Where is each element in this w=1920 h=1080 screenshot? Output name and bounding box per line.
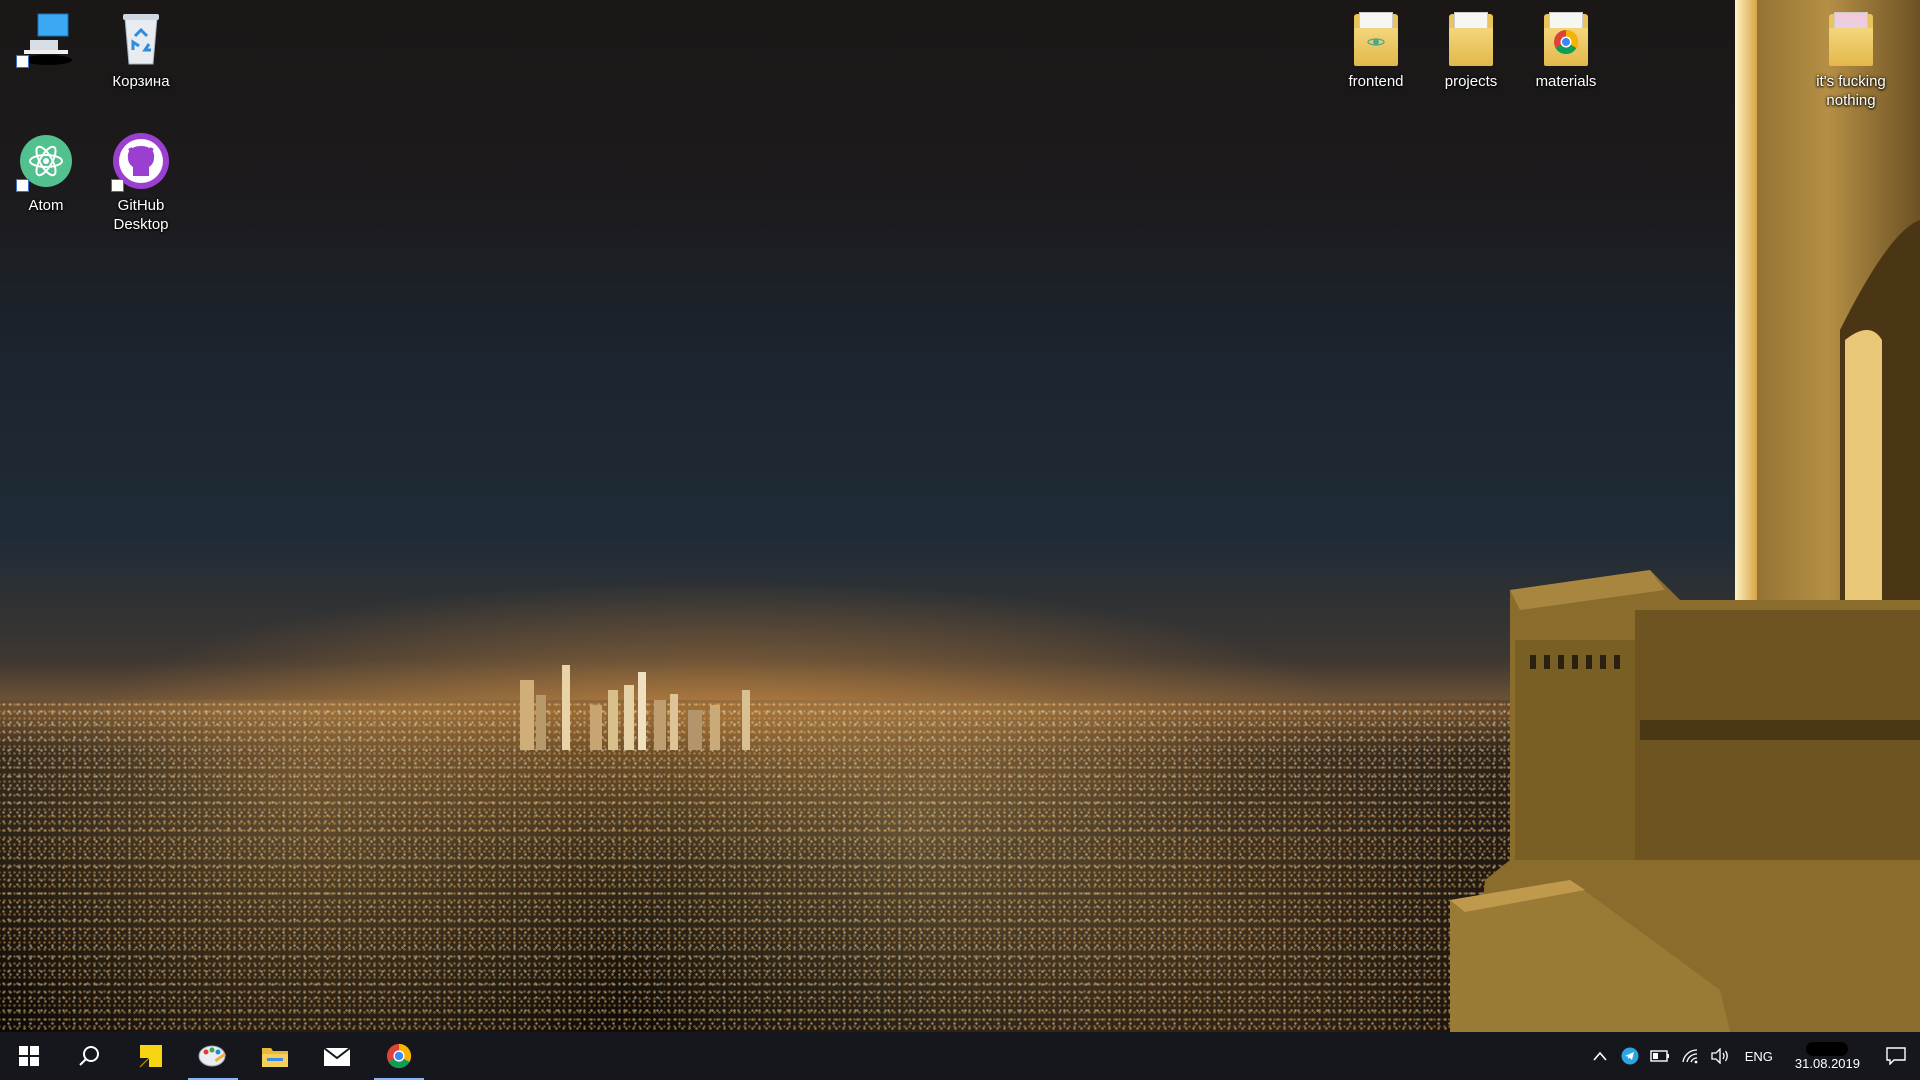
- folder-icon: [1821, 8, 1881, 68]
- desktop-icon-projects[interactable]: projects: [1425, 8, 1517, 91]
- taskbar: ENG 31.08.2019: [0, 1032, 1920, 1080]
- folder-icon: [1441, 8, 1501, 68]
- folder-icon: [1346, 8, 1406, 68]
- desktop-icon-label: GitHub Desktop: [113, 197, 169, 233]
- desktop-icon-frontend[interactable]: frontend: [1330, 8, 1422, 91]
- desktop-icon-atom[interactable]: Atom: [0, 132, 92, 215]
- folder-chrome-icon: [1536, 8, 1596, 68]
- sticky-notes-icon: [139, 1045, 162, 1068]
- atom-icon: [16, 132, 76, 192]
- desktop-icon-label: Atom: [28, 197, 64, 214]
- clock[interactable]: 31.08.2019: [1783, 1032, 1872, 1080]
- mail-icon: [323, 1047, 351, 1066]
- search-button[interactable]: [58, 1032, 120, 1080]
- notification-icon: [1886, 1047, 1906, 1065]
- shortcut-arrow-icon: [111, 179, 124, 192]
- desktop-background: Корзина Atom GitHub Desktop frontend pro…: [0, 0, 1920, 1032]
- volume-icon[interactable]: [1705, 1032, 1735, 1080]
- folder-icon: [262, 1048, 288, 1067]
- desktop-icon-label: Корзина: [112, 73, 170, 90]
- recycle-bin-icon: [111, 8, 171, 68]
- clock-date: 31.08.2019: [1794, 1055, 1860, 1071]
- desktop-icon-label: frontend: [1348, 73, 1404, 90]
- taskbar-app-chrome[interactable]: [368, 1032, 430, 1080]
- action-center-button[interactable]: [1872, 1032, 1920, 1080]
- desktop-icon-materials[interactable]: materials: [1520, 8, 1612, 91]
- desktop-icon-this-pc[interactable]: [0, 8, 92, 72]
- desktop-icon-recycle-bin[interactable]: Корзина: [95, 8, 187, 91]
- shortcut-arrow-icon: [16, 55, 29, 68]
- taskbar-app-paint[interactable]: [182, 1032, 244, 1080]
- taskbar-app-file-explorer[interactable]: [244, 1032, 306, 1080]
- desktop-icon-github-desktop[interactable]: GitHub Desktop: [95, 132, 187, 234]
- paint-icon: [198, 1045, 227, 1067]
- computer-icon: [16, 8, 76, 68]
- wallpaper-observatory: [1450, 0, 1920, 1032]
- desktop-icon-label: materials: [1535, 73, 1597, 90]
- input-language[interactable]: ENG: [1735, 1049, 1783, 1064]
- windows-icon: [19, 1046, 39, 1066]
- wallpaper-skyline: [520, 665, 750, 750]
- shortcut-arrow-icon: [16, 179, 29, 192]
- start-button[interactable]: [0, 1032, 58, 1080]
- chrome-icon: [386, 1043, 412, 1069]
- clock-time-redacted: [1806, 1041, 1849, 1056]
- battery-icon[interactable]: [1645, 1032, 1675, 1080]
- desktop-icon-label: projects: [1444, 73, 1498, 90]
- taskbar-app-sticky-notes[interactable]: [120, 1032, 182, 1080]
- chevron-up-icon[interactable]: [1585, 1032, 1615, 1080]
- wifi-icon[interactable]: [1675, 1032, 1705, 1080]
- desktop-icon-label: it's fucking nothing: [1816, 73, 1886, 109]
- taskbar-app-mail[interactable]: [306, 1032, 368, 1080]
- telegram-icon[interactable]: [1615, 1032, 1645, 1080]
- system-tray: ENG 31.08.2019: [1585, 1032, 1920, 1080]
- search-icon: [79, 1046, 99, 1066]
- desktop-icon-nothing[interactable]: it's fucking nothing: [1805, 8, 1897, 110]
- github-icon: [111, 132, 171, 192]
